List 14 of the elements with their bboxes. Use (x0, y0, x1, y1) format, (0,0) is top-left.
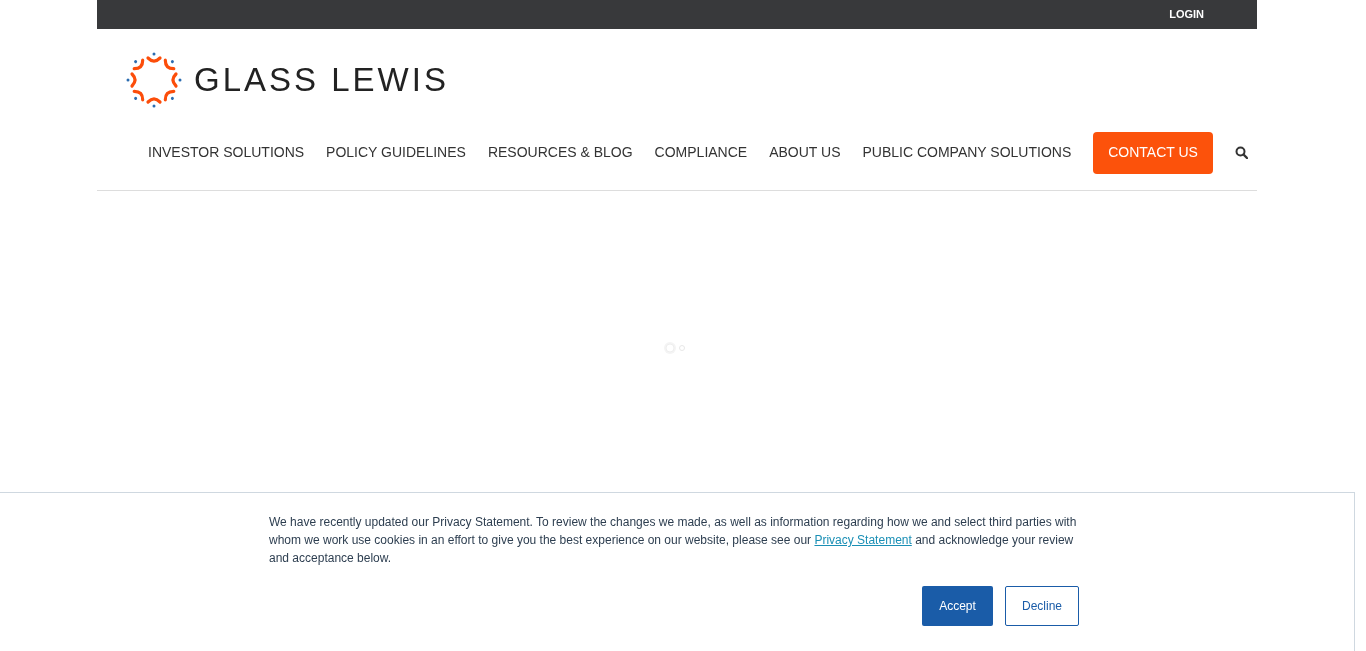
logo-icon (126, 51, 182, 108)
accept-button[interactable]: Accept (922, 586, 993, 626)
nav-link[interactable]: INVESTOR SOLUTIONS (148, 142, 305, 163)
decline-button[interactable]: Decline (1005, 586, 1079, 626)
cookie-notice-text: We have recently updated our Privacy Statement. To review the changes we made, as well as information regarding how we and select third parties with whom we work use cookies in an effort to give you the best experience on our website, please see our Privacy Statement and acknowledge your review and acceptance below. (269, 514, 1078, 567)
nav-link[interactable]: RESOURCES & BLOG (487, 142, 633, 163)
nav-link[interactable]: ABOUT US (769, 142, 841, 163)
logo-text: GLASS LEWIS (194, 59, 449, 100)
nav-link[interactable]: POLICY GUIDELINES (326, 142, 466, 163)
nav-link[interactable]: PUBLIC COMPANY SOLUTIONS (862, 142, 1072, 163)
nav-link[interactable]: COMPLIANCE (654, 142, 748, 163)
privacy-statement-link[interactable]: Privacy Statement (814, 533, 912, 547)
login-link[interactable]: LOGIN (1169, 6, 1204, 23)
search-icon[interactable] (1234, 146, 1248, 159)
